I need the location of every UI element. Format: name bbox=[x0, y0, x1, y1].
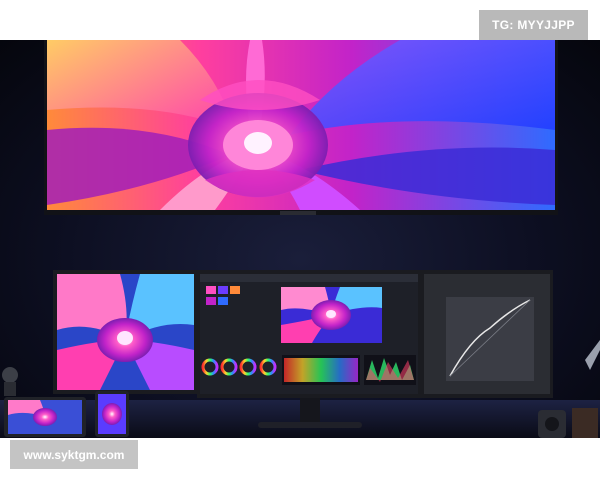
scopes-panel bbox=[282, 355, 416, 385]
mug bbox=[572, 408, 598, 438]
speaker bbox=[538, 410, 566, 438]
watermark-top-right: TG: MYYJJPP bbox=[479, 10, 588, 40]
watermark-bottom-left: www.syktgm.com bbox=[10, 440, 138, 469]
preview-viewer bbox=[281, 287, 382, 343]
large-tv bbox=[44, 40, 558, 215]
right-monitor bbox=[421, 270, 553, 398]
tablet-device bbox=[4, 397, 86, 437]
display-setup-illustration bbox=[0, 40, 600, 438]
desk-lamp bbox=[585, 340, 600, 370]
left-monitor bbox=[53, 270, 198, 394]
product-photo bbox=[0, 40, 600, 438]
phone-device bbox=[95, 391, 129, 437]
figurine bbox=[2, 367, 18, 396]
